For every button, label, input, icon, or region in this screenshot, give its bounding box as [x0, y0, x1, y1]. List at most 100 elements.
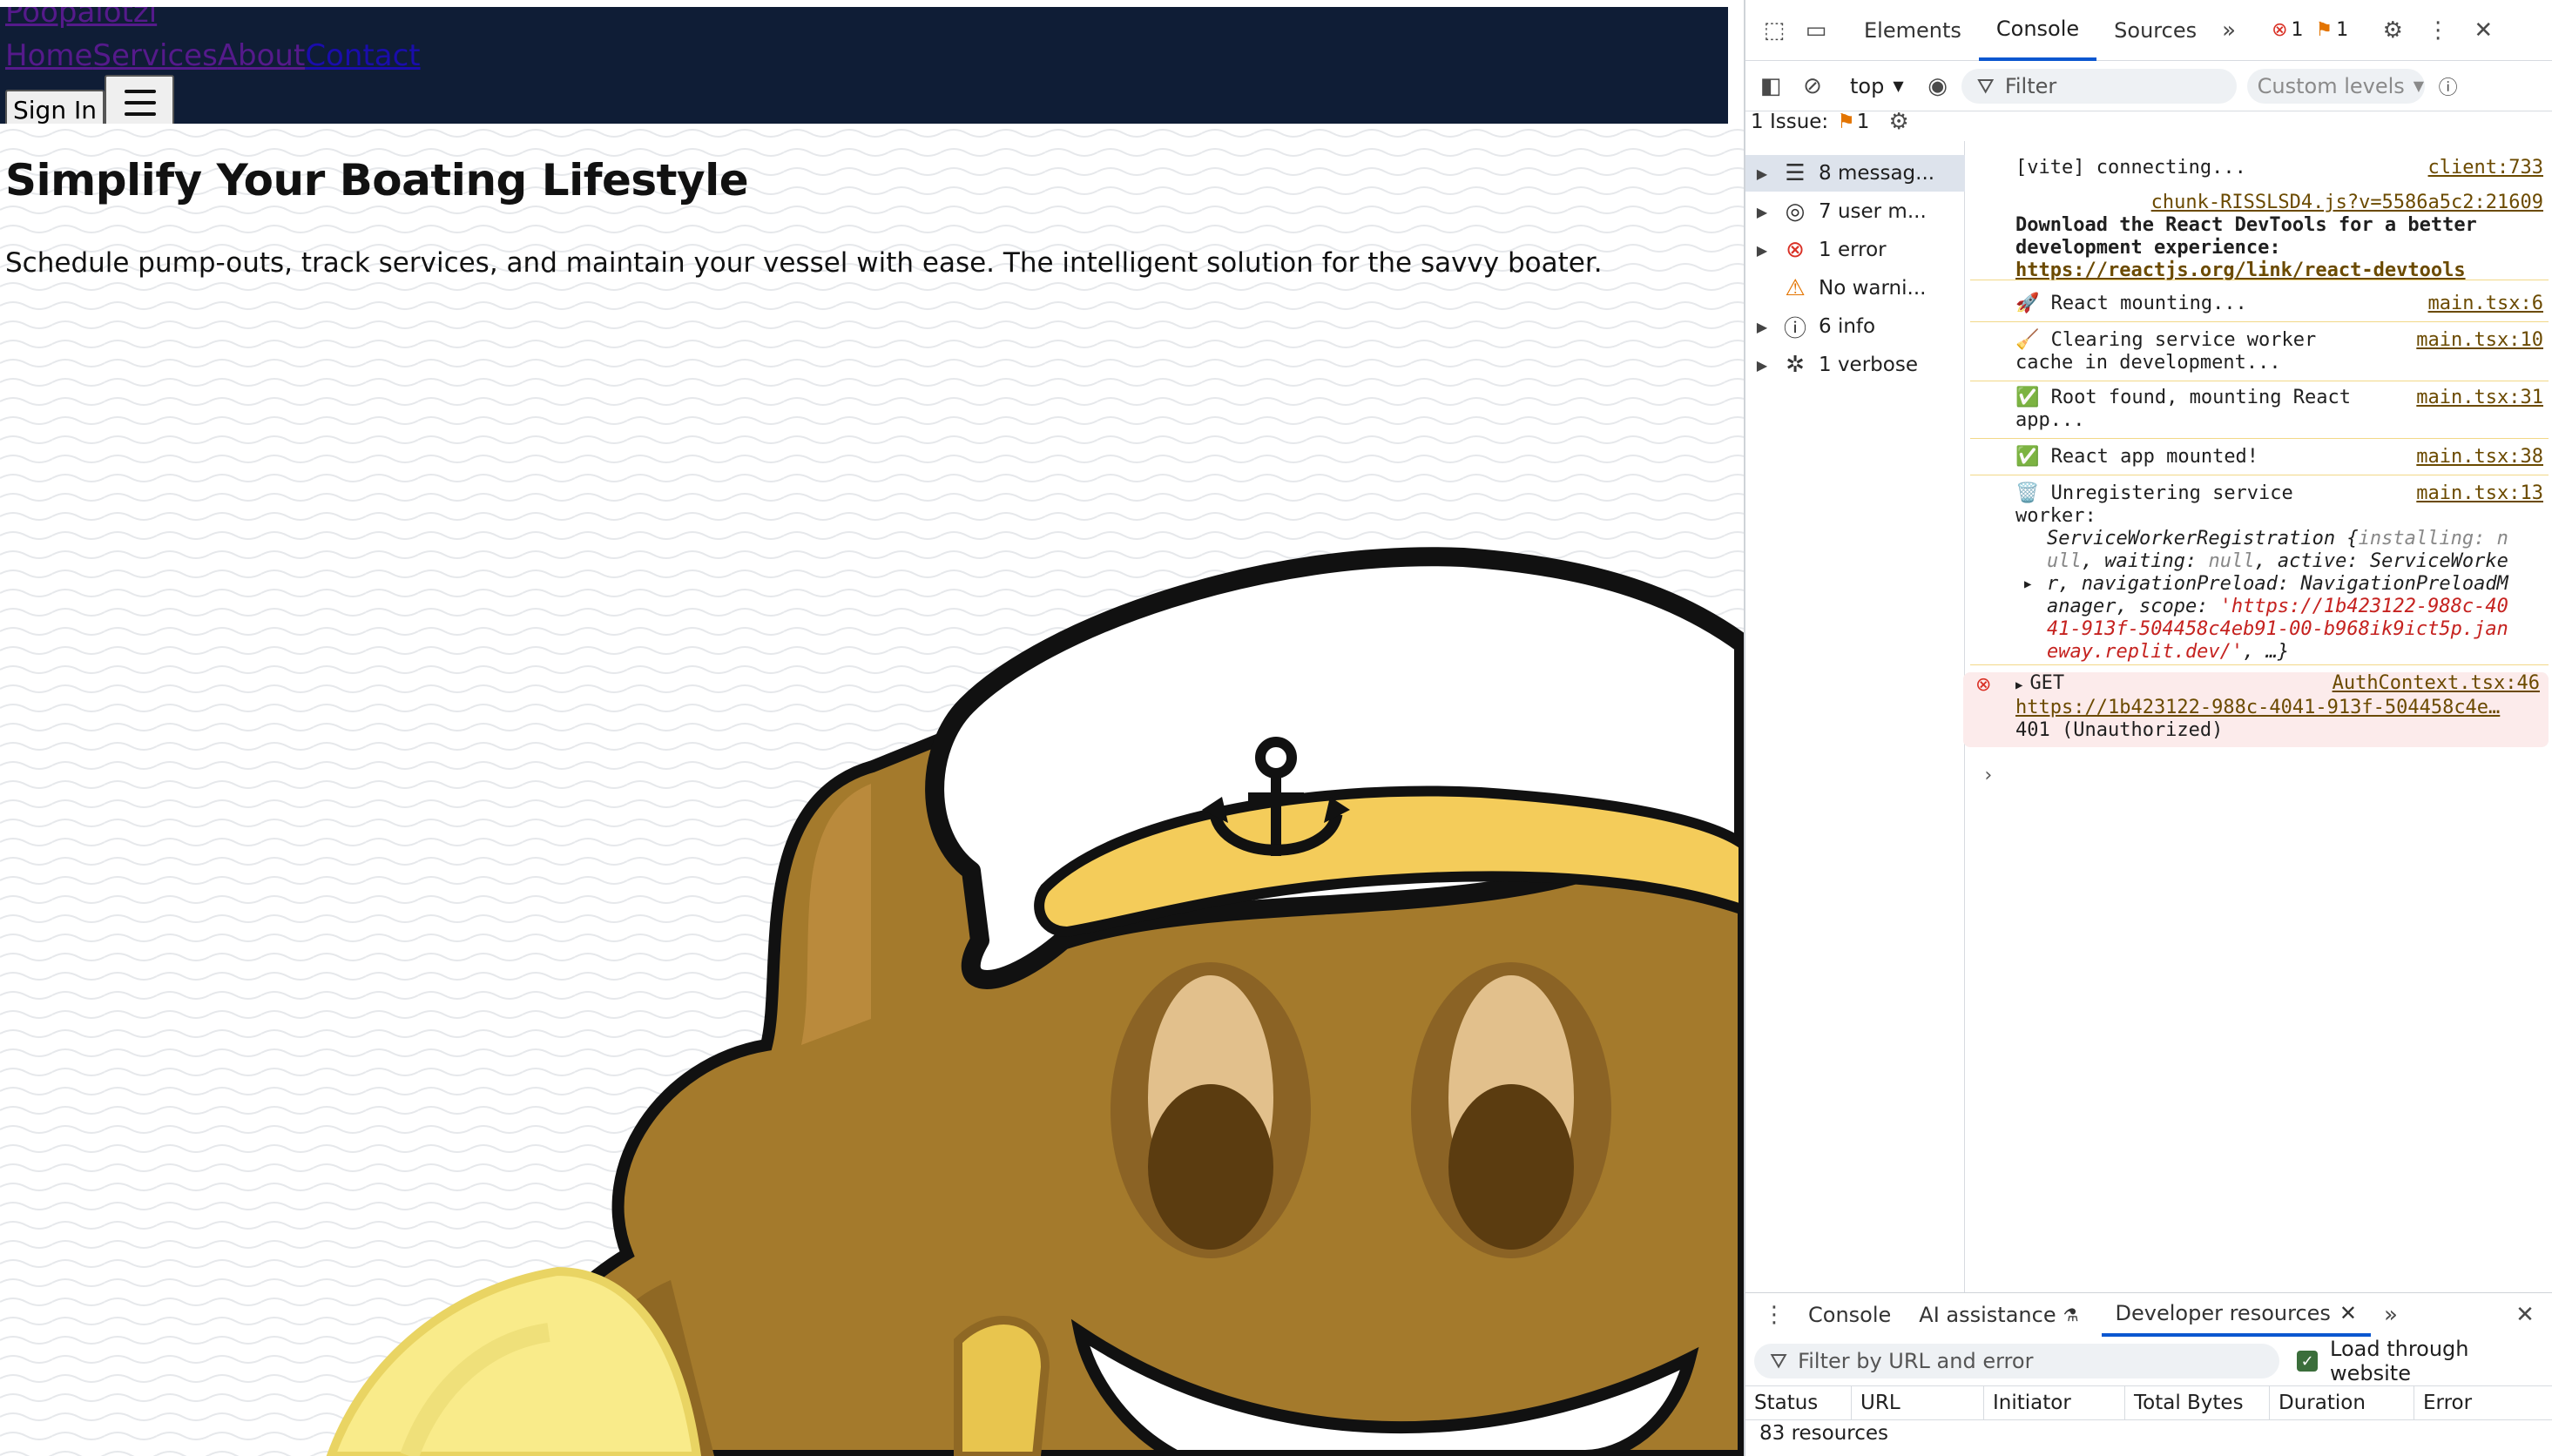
log-entry: 🗑️ Unregistering service worker: main.ts…: [1970, 482, 2549, 665]
react-devtools-link[interactable]: https://reactjs.org/link/react-devtools: [2015, 260, 2549, 282]
warning-flag-icon: ⚑: [2315, 19, 2333, 41]
object-text: 'https://1b423122-988c-40: [2219, 596, 2508, 617]
object-text: , active:: [2254, 550, 2370, 572]
log-source-link[interactable]: main.tsx:10: [2416, 329, 2543, 352]
live-expression-eye-icon[interactable]: ◉: [1923, 71, 1953, 101]
expand-triangle-icon[interactable]: ▶: [2015, 678, 2022, 692]
nav-about-link[interactable]: About: [218, 38, 306, 73]
log-source-link[interactable]: main.tsx:6: [2428, 293, 2543, 315]
context-label: top: [1850, 73, 1885, 98]
console-filter-input[interactable]: ⛛ Filter: [1961, 68, 2237, 104]
close-tab-icon[interactable]: ✕: [2339, 1301, 2357, 1325]
user-icon: ◎: [1785, 199, 1806, 225]
drawer-tab-console[interactable]: Console: [1794, 1293, 1905, 1337]
issue-flag-icon[interactable]: ⚑: [1837, 111, 1855, 133]
checkbox-checked-icon[interactable]: ✓: [2297, 1351, 2318, 1372]
close-drawer-icon[interactable]: ✕: [2510, 1300, 2540, 1330]
error-log-entry: ⊗ ▶ GET AuthContext.tsx:46 https://1b4231…: [1963, 672, 2549, 747]
info-icon[interactable]: ⓘ: [2434, 71, 2463, 101]
sign-in-button[interactable]: Sign In: [5, 90, 105, 124]
clear-console-icon[interactable]: ⊘: [1798, 71, 1827, 101]
load-through-website-checkbox[interactable]: ✓ Load through website: [2297, 1337, 2552, 1385]
warning-count: 1: [2336, 19, 2349, 41]
resource-table-header: Status URL Initiator Total Bytes Duratio…: [1745, 1385, 2552, 1420]
web-page: Poopalotzi Home Services About Contact S…: [0, 0, 1744, 1456]
expand-triangle-icon[interactable]: ▶: [2024, 573, 2031, 596]
resource-filter-input[interactable]: ⛛ Filter by URL and error: [1754, 1344, 2280, 1378]
filter-icon: ⛛: [1976, 73, 1995, 98]
context-selector[interactable]: top ▼: [1850, 74, 1904, 98]
sidebar-item-errors[interactable]: ▶ ⊗ 1 error: [1745, 232, 1965, 268]
log-source-link[interactable]: chunk-RISSLSD4.js?v=5586a5c2:21609: [2151, 192, 2543, 213]
object-text: r, navigationPreload: NavigationPreloadM: [2047, 573, 2508, 595]
tab-console[interactable]: Console: [1978, 0, 2097, 61]
expand-triangle-icon: ▶: [1756, 356, 1768, 374]
sidebar-item-label: 7 user m...: [1819, 200, 1927, 223]
log-source-link[interactable]: AuthContext.tsx:46: [2333, 672, 2540, 695]
log-source-link[interactable]: main.tsx:38: [2416, 446, 2543, 468]
object-text: ServiceWorkerRegistration {: [2047, 528, 2359, 549]
sidebar-item-label: 1 error: [1819, 239, 1887, 261]
info-icon: ⓘ: [1783, 315, 1806, 342]
sidebar-item-messages[interactable]: ▶ ☰ 8 messag...: [1745, 155, 1965, 192]
column-duration[interactable]: Duration: [2270, 1385, 2414, 1420]
expand-triangle-icon: ▶: [1756, 203, 1768, 220]
error-count-badge[interactable]: ⊗ 1 ⚑ 1: [2272, 19, 2348, 41]
log-text: cache in development...: [2015, 352, 2281, 374]
nav-contact-link[interactable]: Contact: [305, 38, 420, 73]
more-tabs-icon[interactable]: »: [2376, 1300, 2406, 1330]
nav-home-link[interactable]: Home: [5, 38, 92, 73]
log-entry: 🚀 React mounting... main.tsx:6: [1970, 293, 2549, 322]
issues-settings-icon[interactable]: ⚙: [1888, 109, 1908, 135]
error-icon: ⊗: [1786, 237, 1805, 263]
tab-sources[interactable]: Sources: [2096, 0, 2214, 61]
nav-services-link[interactable]: Services: [92, 38, 217, 73]
issues-count[interactable]: 1: [1857, 111, 1870, 133]
drawer-tab-developer-resources[interactable]: Developer resources ✕: [2101, 1293, 2372, 1337]
drawer-tab-ai-assistance[interactable]: AI assistance ⚗: [1905, 1293, 2092, 1337]
levels-label: Custom levels: [2257, 73, 2405, 98]
more-tabs-icon[interactable]: »: [2214, 16, 2244, 45]
object-text: anager, scope:: [2047, 596, 2220, 617]
request-url-link[interactable]: https://1b423122-988c-4041-913f-504458c4…: [2015, 697, 2549, 719]
object-preview[interactable]: ServiceWorkerRegistration {installing: n…: [2015, 528, 2549, 664]
log-entry: [vite] connecting... client:733: [1970, 157, 2549, 181]
console-prompt-icon[interactable]: ›: [1982, 765, 1994, 786]
settings-gear-icon[interactable]: ⚙: [2378, 16, 2407, 45]
close-devtools-icon[interactable]: ✕: [2468, 16, 2498, 45]
column-initiator[interactable]: Initiator: [1984, 1385, 2125, 1420]
console-messages: [vite] connecting... client:733 chunk-RI…: [1963, 145, 2552, 806]
drawer-menu-icon[interactable]: ⋮: [1759, 1300, 1789, 1330]
expand-triangle-icon: ▶: [1756, 165, 1768, 182]
log-source-link[interactable]: main.tsx:31: [2416, 387, 2543, 409]
brand-link[interactable]: Poopalotzi: [5, 7, 157, 30]
inspect-element-icon[interactable]: ⬚: [1759, 16, 1789, 45]
log-text: Download the React DevTools for a better: [2015, 214, 2477, 236]
log-levels-dropdown[interactable]: Custom levels ▼: [2246, 68, 2425, 104]
bug-icon: ✲: [1786, 352, 1805, 378]
log-source-link[interactable]: main.tsx:13: [2416, 482, 2543, 505]
column-url[interactable]: URL: [1852, 1385, 1984, 1420]
sidebar-item-warnings[interactable]: ⚠ No warni...: [1745, 270, 1965, 307]
hero-subtitle: Schedule pump-outs, track services, and …: [5, 247, 1603, 279]
object-text: null: [2208, 550, 2255, 572]
object-text: , …}: [2243, 641, 2290, 663]
issues-label: 1 Issue:: [1751, 111, 1829, 133]
log-entry: ✅ Root found, mounting React app... main…: [1970, 387, 2549, 439]
tab-elements[interactable]: Elements: [1846, 0, 1979, 61]
sidebar-item-info[interactable]: ▶ ⓘ 6 info: [1745, 308, 1965, 345]
hamburger-menu-button[interactable]: [105, 75, 174, 124]
object-text: ull: [2047, 550, 2082, 572]
sidebar-toggle-icon[interactable]: ◧: [1756, 71, 1786, 101]
column-status[interactable]: Status: [1745, 1385, 1852, 1420]
more-options-icon[interactable]: ⋮: [2423, 16, 2453, 45]
sidebar-item-user-messages[interactable]: ▶ ◎ 7 user m...: [1745, 193, 1965, 230]
log-entry: 🧹 Clearing service worker cache in devel…: [1970, 329, 2549, 381]
warning-icon: ⚠: [1785, 275, 1806, 301]
captain-mascot-image: [326, 547, 1744, 1456]
log-source-link[interactable]: client:733: [2428, 157, 2543, 179]
device-toolbar-icon[interactable]: ▭: [1801, 16, 1831, 45]
column-error[interactable]: Error: [2414, 1385, 2552, 1420]
sidebar-item-verbose[interactable]: ▶ ✲ 1 verbose: [1745, 347, 1965, 383]
column-total-bytes[interactable]: Total Bytes: [2125, 1385, 2270, 1420]
